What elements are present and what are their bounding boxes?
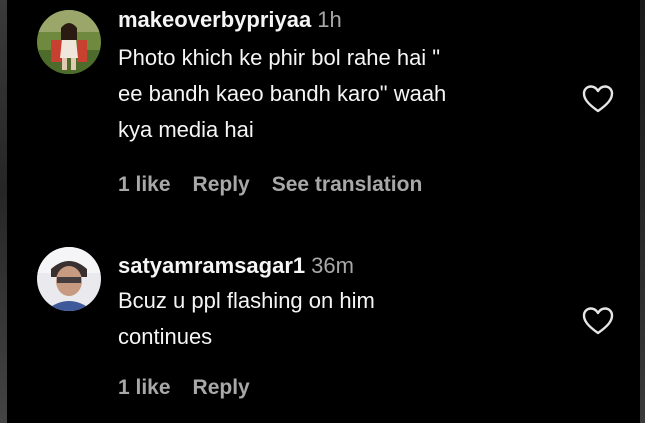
username-link[interactable]: satyamramsagar1: [118, 253, 305, 278]
comment-actions: 1 like Reply: [118, 376, 272, 400]
background-edge-right: [640, 0, 645, 423]
comment-actions: 1 like Reply See translation: [118, 173, 444, 197]
comment-timestamp[interactable]: 1h: [317, 7, 341, 32]
username-link[interactable]: makeoverbypriyaa: [118, 7, 311, 32]
reply-button[interactable]: Reply: [193, 376, 250, 399]
like-count-link[interactable]: 1 like: [118, 376, 171, 399]
reply-button[interactable]: Reply: [193, 173, 250, 196]
background-edge-left: [0, 0, 7, 423]
comment-header: satyamramsagar1 36m: [118, 252, 354, 280]
profile-photo-icon: [37, 247, 101, 311]
like-heart-icon[interactable]: [582, 306, 614, 336]
avatar[interactable]: [37, 10, 101, 74]
comment-timestamp[interactable]: 36m: [311, 253, 354, 278]
like-heart-icon[interactable]: [582, 84, 614, 114]
comment-header: makeoverbypriyaa 1h: [118, 6, 342, 34]
comment-text: Bcuz u ppl flashing on him continues: [118, 288, 375, 349]
avatar[interactable]: [37, 247, 101, 311]
see-translation-button[interactable]: See translation: [272, 173, 423, 196]
comment-text: Photo khich ke phir bol rahe hai " ee ba…: [118, 45, 447, 142]
profile-photo-icon: [37, 10, 101, 74]
like-count-link[interactable]: 1 like: [118, 173, 171, 196]
